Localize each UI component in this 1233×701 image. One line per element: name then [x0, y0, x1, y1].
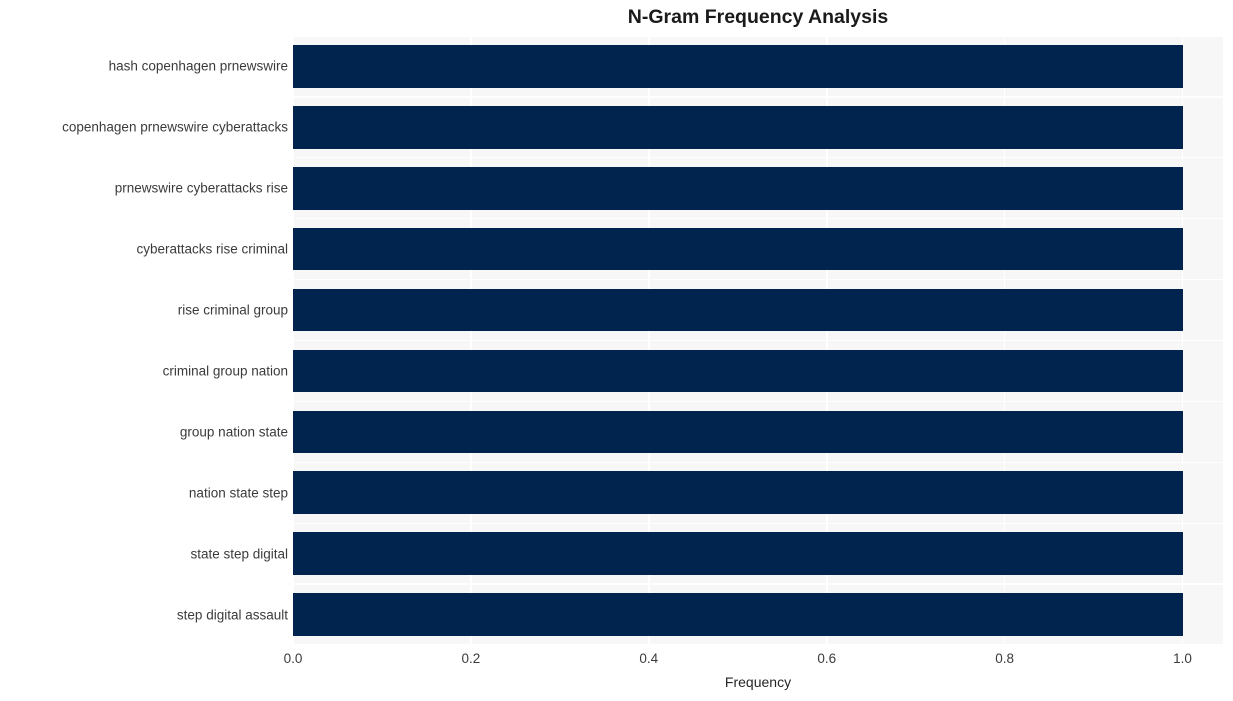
- y-tick-label: rise criminal group: [177, 302, 288, 318]
- bar[interactable]: [293, 349, 1183, 393]
- bar[interactable]: [293, 45, 1183, 88]
- gridline-y-4: [293, 278, 1223, 281]
- bar[interactable]: [293, 532, 1183, 575]
- bar[interactable]: [293, 593, 1183, 636]
- x-axis-tick-labels: 0.0 0.2 0.4 0.6 0.8 1.0: [0, 651, 1233, 673]
- y-tick-label: cyberattacks rise criminal: [136, 241, 288, 257]
- gridline-y-7: [293, 461, 1223, 463]
- gridline-y-1: [293, 96, 1223, 98]
- chart-title: N-Gram Frequency Analysis: [627, 6, 889, 28]
- gridline-y-6: [293, 400, 1223, 403]
- x-tick-label: 0.4: [639, 651, 659, 666]
- x-tick-label: 0.6: [817, 651, 837, 666]
- y-tick-label: state step digital: [190, 546, 288, 562]
- bar[interactable]: [293, 410, 1183, 454]
- y-axis-tick-labels: hash copenhagen prnewswire copenhagen prn…: [0, 36, 288, 645]
- y-tick-label: step digital assault: [176, 607, 288, 623]
- bar[interactable]: [293, 288, 1183, 332]
- bar[interactable]: [293, 471, 1183, 515]
- gridline-y-2: [293, 157, 1223, 159]
- x-tick-label: 0.0: [283, 651, 303, 666]
- gridline-y-3: [293, 218, 1223, 220]
- gridline-y-0: [293, 36, 1223, 37]
- gridline-y-9: [293, 583, 1223, 585]
- bar[interactable]: [293, 166, 1183, 210]
- y-tick-label: hash copenhagen prnewswire: [108, 58, 288, 74]
- x-tick-label: 0.2: [461, 651, 481, 666]
- x-tick-label: 0.8: [995, 651, 1014, 666]
- y-tick-label: prnewswire cyberattacks rise: [114, 180, 288, 196]
- y-tick-label: nation state step: [188, 485, 288, 501]
- y-tick-label: group nation state: [179, 424, 288, 440]
- bar[interactable]: [293, 227, 1183, 271]
- gridline-y-8: [293, 522, 1223, 524]
- gridline-y-5: [293, 339, 1223, 342]
- y-tick-label: criminal group nation: [162, 363, 288, 379]
- bar[interactable]: [293, 106, 1183, 149]
- chart-figure: N-Gram Frequency Analysis hash copenhage…: [0, 0, 1233, 701]
- y-tick-label: copenhagen prnewswire cyberattacks: [62, 119, 288, 135]
- plot-area: [293, 36, 1223, 645]
- gridline-y-10: [293, 644, 1223, 645]
- x-axis-title: Frequency: [724, 674, 792, 690]
- x-tick-label: 1.0: [1173, 651, 1192, 666]
